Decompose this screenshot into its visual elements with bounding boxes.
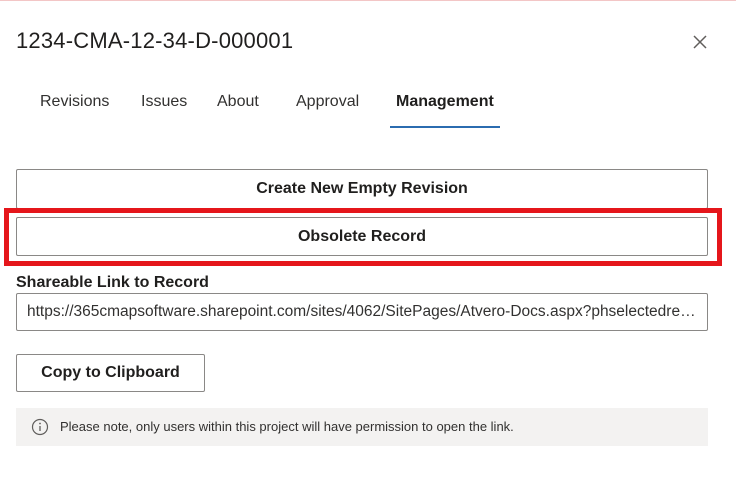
tab-approval[interactable]: Approval [280,82,375,128]
obsolete-record-button[interactable]: Obsolete Record [16,217,708,256]
info-icon [31,418,49,436]
info-note: Please note, only users within this proj… [16,408,708,446]
close-button[interactable] [689,31,711,53]
tab-revisions[interactable]: Revisions [24,82,125,128]
info-note-text: Please note, only users within this proj… [60,419,514,434]
tab-issues[interactable]: Issues [125,82,203,128]
close-icon [693,35,707,49]
top-border [0,0,736,1]
shareable-link-field[interactable]: https://365cmapsoftware.sharepoint.com/s… [16,293,708,331]
shareable-link-label: Shareable Link to Record [16,274,209,291]
tab-about[interactable]: About [201,82,275,128]
create-new-empty-revision-button[interactable]: Create New Empty Revision [16,169,708,209]
copy-to-clipboard-button[interactable]: Copy to Clipboard [16,354,205,392]
dialog-title: 1234-CMA-12-34-D-000001 [16,28,294,53]
tab-management[interactable]: Management [380,82,510,128]
